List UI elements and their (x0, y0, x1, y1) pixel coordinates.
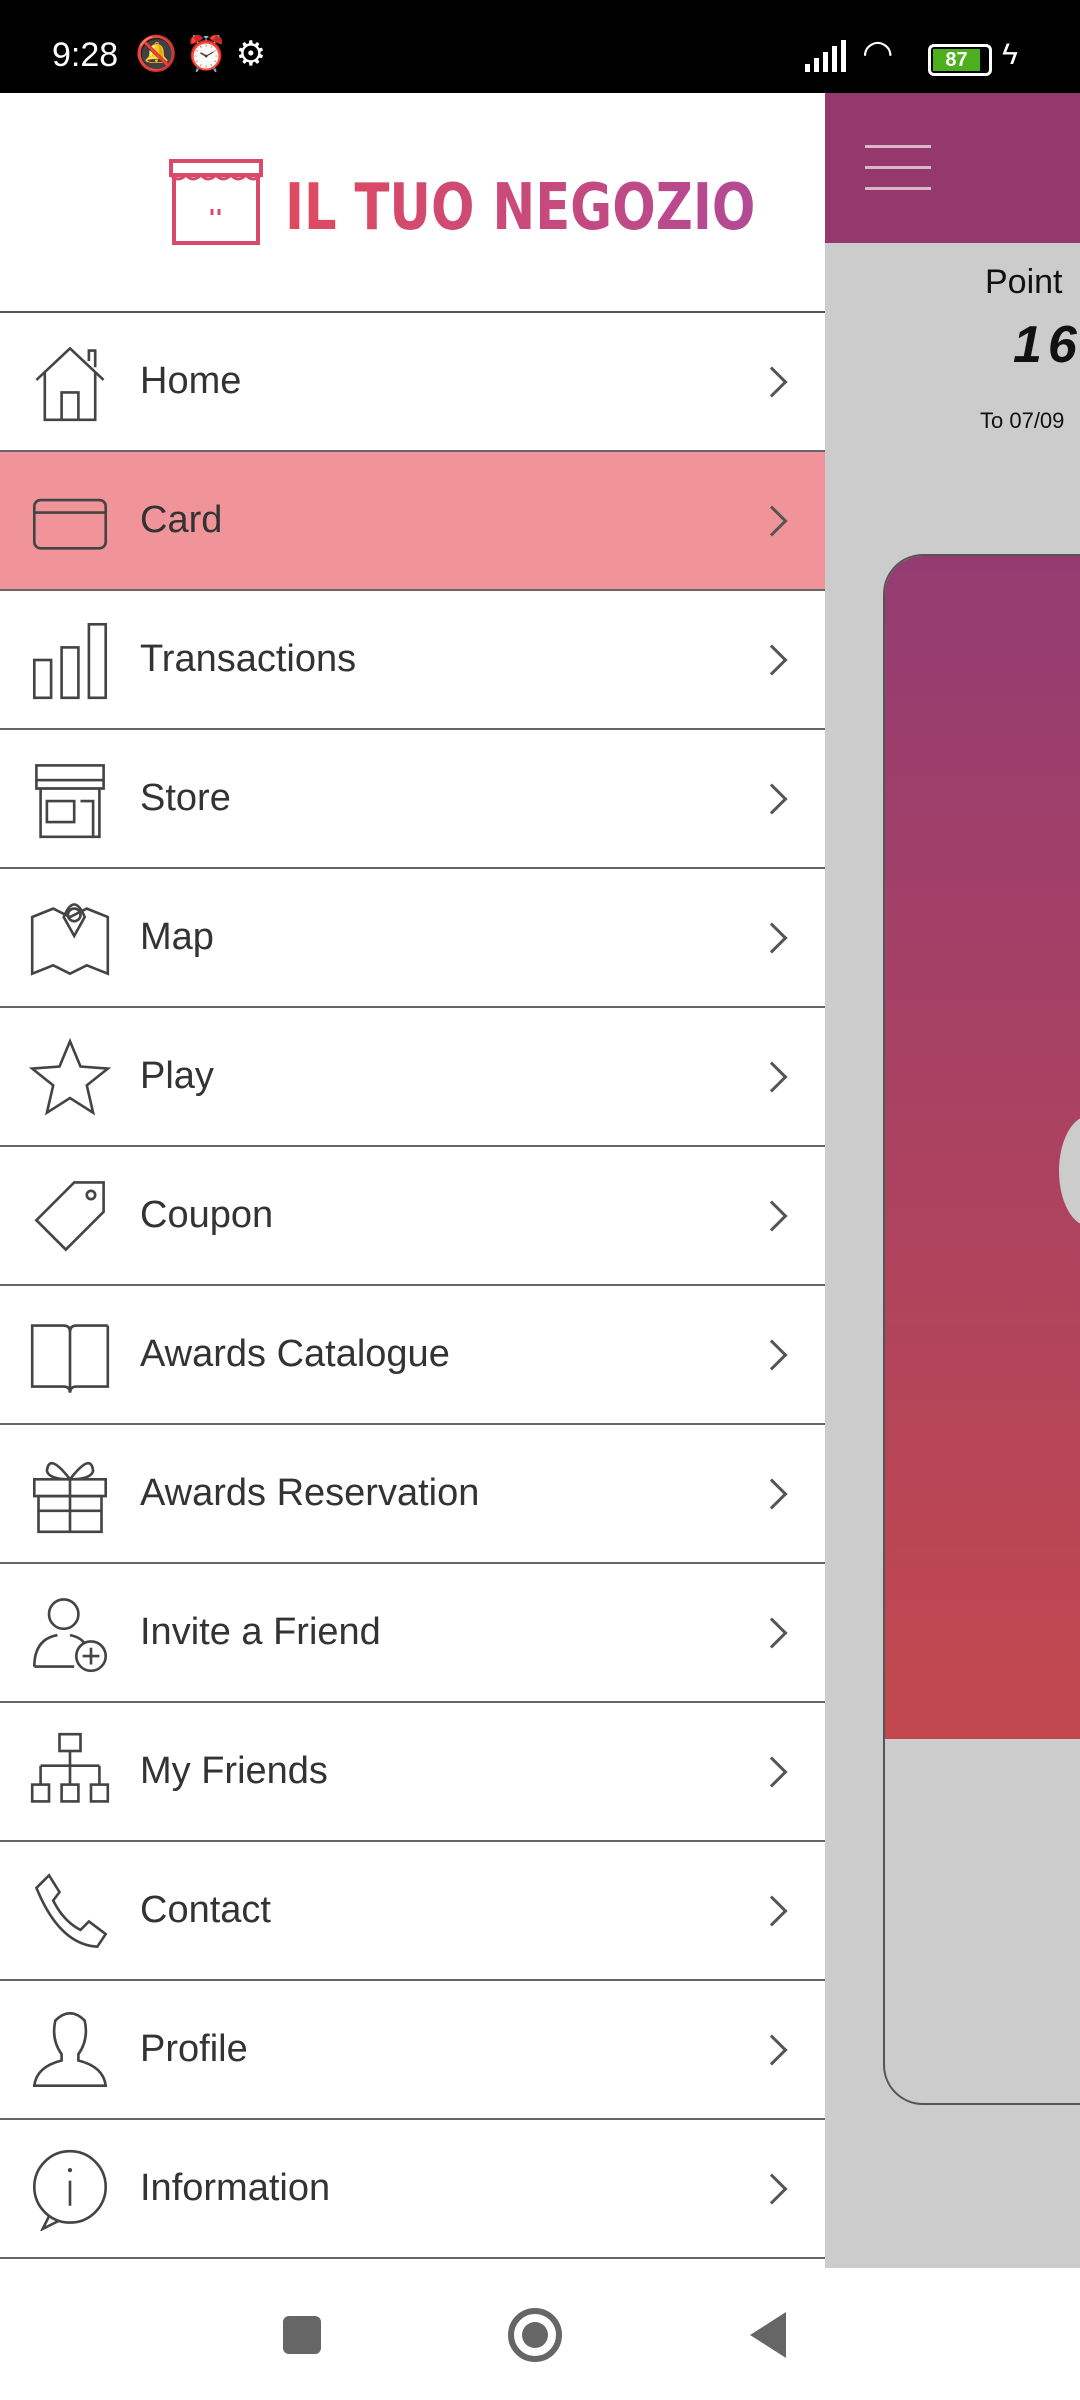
drawer-item-label: Profile (140, 2028, 248, 2070)
chevron-right-icon (756, 1477, 788, 1510)
store-logo-icon (169, 159, 263, 245)
home-icon (28, 340, 112, 424)
drawer-item-label: Awards Reservation (140, 1472, 480, 1514)
card-screen: Point 16 To 07/09 (825, 93, 1080, 2268)
chevron-right-icon (756, 504, 788, 537)
chevron-right-icon (756, 1894, 788, 1927)
drawer-item-play[interactable]: Play (0, 1008, 825, 1147)
menu-icon[interactable] (865, 145, 931, 190)
bar-chart-icon (28, 618, 112, 702)
drawer-item-label: Contact (140, 1889, 271, 1931)
drawer-item-my-friends[interactable]: My Friends (0, 1703, 825, 1842)
info-icon (28, 2147, 112, 2231)
system-nav-bar (0, 2268, 1080, 2400)
drawer-item-label: Play (140, 1055, 214, 1097)
drawer-item-label: Information (140, 2167, 331, 2209)
recents-button[interactable] (283, 2316, 321, 2354)
loyalty-card[interactable] (883, 554, 1080, 2105)
chevron-right-icon (756, 1060, 788, 1093)
store-logo: IL TUO NEGOZIO (0, 93, 825, 313)
chevron-right-icon (756, 2033, 788, 2066)
navigation-drawer: IL TUO NEGOZIO Home Card Transactions Store… (0, 93, 825, 2268)
phone-icon (28, 1869, 112, 1953)
chevron-right-icon (756, 1338, 788, 1371)
drawer-item-profile[interactable]: Profile (0, 1981, 825, 2120)
app-header (825, 93, 1080, 243)
back-button[interactable] (750, 2312, 786, 2358)
wifi-icon: ◠ (862, 32, 894, 73)
drawer-item-contact[interactable]: Contact (0, 1842, 825, 1981)
star-icon (28, 1035, 112, 1119)
points-date: To 07/09 (980, 408, 1065, 433)
chevron-right-icon (756, 1199, 788, 1232)
drawer-item-store[interactable]: Store (0, 730, 825, 869)
signal-icon (805, 40, 846, 72)
chevron-right-icon (756, 2172, 788, 2205)
drawer-item-label: Transactions (140, 638, 357, 680)
user-add-icon (28, 1591, 112, 1675)
drawer-item-card[interactable]: Card (0, 452, 825, 591)
store-icon (28, 757, 112, 841)
drawer-item-label: Coupon (140, 1194, 274, 1236)
drawer-item-information[interactable]: Information (0, 2120, 825, 2259)
chevron-right-icon (756, 1616, 788, 1649)
notification-icons: 🔕⏰⚙ (135, 35, 275, 73)
drawer-item-label: Home (140, 360, 242, 402)
store-name: IL TUO NEGOZIO (285, 171, 756, 245)
drawer-item-label: Map (140, 916, 214, 958)
charging-icon: ϟ (1002, 38, 1018, 71)
drawer-item-awards-reservation[interactable]: Awards Reservation (0, 1425, 825, 1564)
clock: 9:28 (52, 36, 119, 74)
home-button[interactable] (508, 2308, 562, 2362)
battery-icon: 87 (928, 44, 992, 76)
chevron-right-icon (756, 782, 788, 815)
drawer-item-label: Invite a Friend (140, 1611, 381, 1653)
book-icon (28, 1313, 112, 1397)
drawer-item-invite-a-friend[interactable]: Invite a Friend (0, 1564, 825, 1703)
status-bar: 9:28 🔕⏰⚙ ◠ 87 ϟ (0, 0, 1080, 93)
drawer-item-awards-catalogue[interactable]: Awards Catalogue (0, 1286, 825, 1425)
point-label: Point (985, 263, 1063, 301)
drawer-item-label: Card (140, 499, 223, 541)
drawer-item-map[interactable]: Map (0, 869, 825, 1008)
drawer-item-coupon[interactable]: Coupon (0, 1147, 825, 1286)
chevron-right-icon (756, 1755, 788, 1788)
map-pin-icon (28, 896, 112, 980)
tag-icon (28, 1174, 112, 1258)
user-icon (28, 2008, 112, 2092)
drawer-item-label: My Friends (140, 1750, 328, 1792)
chevron-right-icon (756, 643, 788, 676)
drawer-item-label: Awards Catalogue (140, 1333, 450, 1375)
chevron-right-icon (756, 921, 788, 954)
chevron-right-icon (756, 365, 788, 398)
drawer-item-transactions[interactable]: Transactions (0, 591, 825, 730)
hierarchy-icon (28, 1730, 112, 1814)
battery-level: 87 (933, 49, 980, 71)
drawer-item-label: Store (140, 777, 231, 819)
point-value: 16 (1013, 316, 1080, 374)
credit-card-icon (28, 479, 112, 563)
gift-icon (28, 1452, 112, 1536)
drawer-item-home[interactable]: Home (0, 313, 825, 452)
